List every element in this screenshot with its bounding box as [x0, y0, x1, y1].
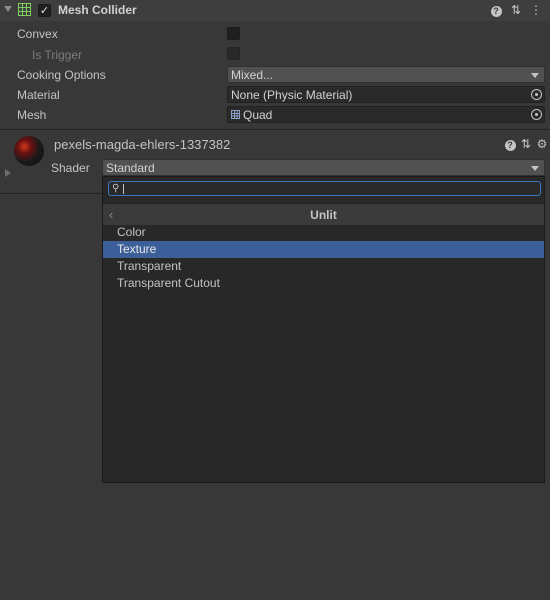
is-trigger-label: Is Trigger — [32, 48, 83, 62]
mesh-label: Mesh — [17, 108, 47, 122]
convex-label: Convex — [17, 27, 58, 41]
expand-arrow-icon[interactable] — [5, 169, 11, 177]
cooking-options-value: Mixed... — [231, 68, 274, 82]
material-object-field[interactable]: None (Physic Material) — [227, 86, 545, 103]
convex-checkbox[interactable] — [227, 27, 240, 40]
gear-icon[interactable]: ⚙ — [535, 137, 549, 151]
shader-popup: ⚲ ‹ Unlit Color Texture Transparent Tran… — [102, 176, 545, 483]
mesh-grid-icon — [18, 3, 31, 16]
mesh-value: Quad — [243, 108, 273, 122]
mesh-grid-icon — [231, 110, 240, 119]
preset-sliders-icon[interactable]: ⇅ — [519, 137, 533, 151]
search-icon: ⚲ — [112, 183, 120, 194]
text-caret — [123, 184, 124, 194]
preset-sliders-icon[interactable]: ⇅ — [509, 3, 523, 17]
help-icon[interactable]: ? — [503, 137, 517, 151]
help-icon[interactable]: ? — [489, 3, 503, 17]
is-trigger-checkbox — [227, 47, 240, 60]
collapse-arrow-icon[interactable] — [4, 6, 12, 12]
shader-value: Standard — [106, 161, 155, 175]
cooking-options-label: Cooking Options — [17, 68, 106, 82]
object-picker-icon[interactable] — [531, 89, 542, 100]
material-label: Material — [17, 88, 60, 102]
component-title: Mesh Collider — [58, 3, 137, 17]
material-preview-sphere — [14, 136, 44, 166]
shader-dropdown[interactable]: Standard — [102, 159, 545, 176]
popup-category-title: Unlit — [310, 208, 337, 222]
shader-item-color[interactable]: Color — [103, 224, 544, 241]
mesh-object-field[interactable]: Quad — [227, 106, 545, 123]
shader-label: Shader — [51, 161, 90, 175]
more-menu-icon[interactable]: ⋮ — [529, 3, 543, 17]
shader-item-transparent[interactable]: Transparent — [103, 258, 544, 275]
object-picker-icon[interactable] — [531, 109, 542, 120]
chevron-down-icon — [531, 166, 539, 171]
popup-category-header: ‹ Unlit — [103, 203, 544, 225]
component-enabled-checkbox[interactable]: ✓ — [38, 4, 51, 17]
search-input[interactable]: ⚲ — [108, 181, 541, 196]
material-name: pexels-magda-ehlers-1337382 — [54, 137, 231, 152]
divider — [0, 129, 550, 130]
shader-item-texture[interactable]: Texture — [103, 241, 544, 258]
shader-item-transparent-cutout[interactable]: Transparent Cutout — [103, 275, 544, 292]
divider — [0, 193, 102, 194]
chevron-down-icon — [531, 73, 539, 78]
material-value: None (Physic Material) — [231, 88, 353, 102]
cooking-options-dropdown[interactable]: Mixed... — [227, 66, 545, 83]
